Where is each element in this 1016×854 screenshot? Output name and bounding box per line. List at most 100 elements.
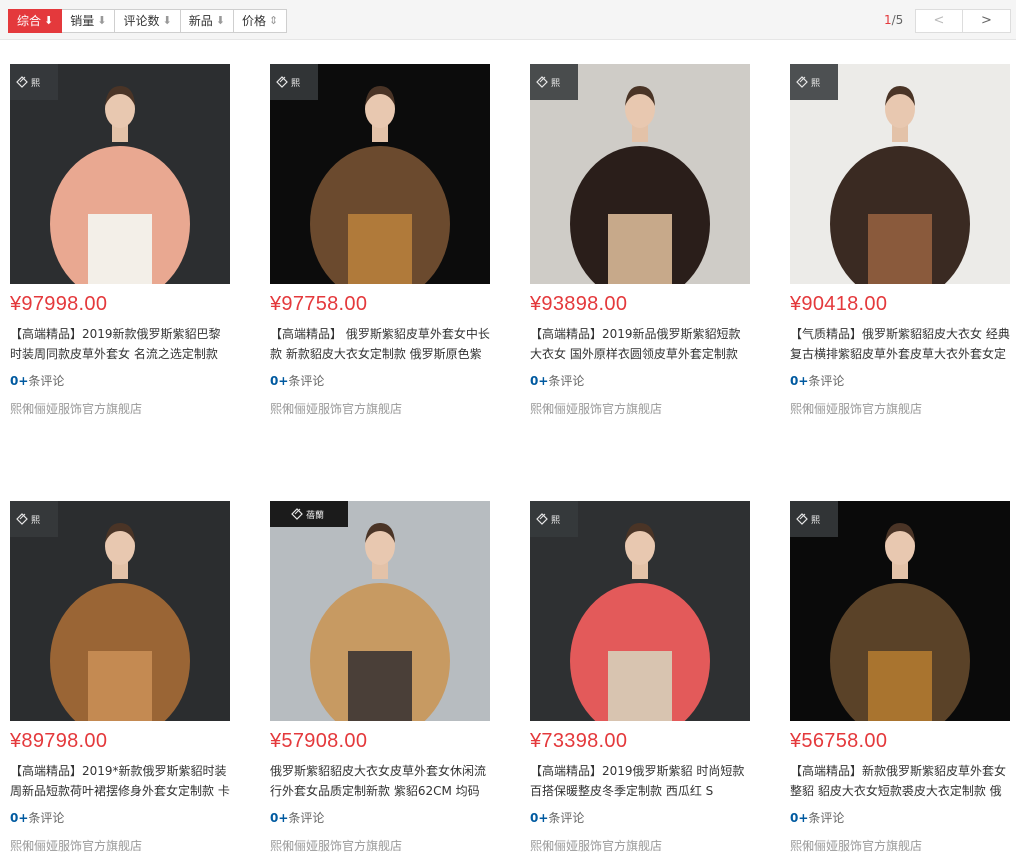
product-title-link[interactable]: 【气质精品】俄罗斯紫貂貂皮大衣女 经典复古横排紫貂皮草外套皮草大衣外套女定 [790, 324, 1012, 364]
sort-group: 综合 ⬇ 销量 ⬇ 评论数 ⬇ 新品 ⬇ 价格 ⇕ [8, 9, 288, 33]
comment-label: 条评论 [808, 811, 845, 825]
sort-price-button[interactable]: 价格 ⇕ [233, 9, 288, 33]
brand-logo-badge: 蓓蘭 [270, 501, 348, 527]
sort-label: 评论数 [123, 14, 160, 28]
product-title-link[interactable]: 【高端精品】2019新品俄罗斯紫貂短款大衣女 国外原样衣圆领皮草外套定制款 深 [530, 324, 752, 364]
filter-bar: 综合 ⬇ 销量 ⬇ 评论数 ⬇ 新品 ⬇ 价格 ⇕ 1/5 < > [0, 0, 1016, 40]
comment-label: 条评论 [548, 811, 585, 825]
arrow-down-icon: ⬇ [162, 14, 172, 27]
brand-logo-icon: 蓓蘭 [291, 508, 324, 521]
product-title-link[interactable]: 【高端精品】2019新款俄罗斯紫貂巴黎时装周同款皮草外套女 名流之选定制款 马卡… [10, 324, 232, 364]
product-title-link[interactable]: 【高端精品】2019*新款俄罗斯紫貂时装周新品短款荷叶裙摆修身外套女定制款 卡 [10, 761, 232, 801]
comment-number: 0+ [530, 811, 549, 825]
pager-buttons: < > [915, 9, 1011, 33]
product-image[interactable]: 熙 [530, 501, 750, 721]
brand-logo-icon: 熙 [796, 76, 820, 89]
comment-label: 条评论 [28, 811, 65, 825]
shop-name-link[interactable]: 熙俰俪娅服饰官方旗舰店 [10, 837, 142, 854]
product-image[interactable]: 熙 [270, 64, 490, 284]
brand-logo-badge: 熙 [790, 64, 838, 100]
total-pages: /5 [891, 13, 904, 27]
product-price: ¥93898.00 [530, 293, 628, 315]
comment-label: 条评论 [808, 374, 845, 388]
comment-count[interactable]: 0+条评论 [10, 372, 64, 389]
chevron-right-icon: > [981, 13, 992, 28]
shop-name-link[interactable]: 熙俰俪娅服饰官方旗舰店 [270, 837, 402, 854]
product-price: ¥97998.00 [10, 293, 108, 315]
svg-text:熙: 熙 [551, 78, 560, 89]
arrow-down-icon: ⬇ [97, 14, 107, 27]
comment-count[interactable]: 0+条评论 [10, 809, 64, 826]
svg-text:熙: 熙 [551, 515, 560, 526]
product-price: ¥73398.00 [530, 730, 628, 752]
chevron-left-icon: < [933, 13, 945, 28]
comment-number: 0+ [270, 374, 289, 388]
sort-label: 销量 [70, 14, 95, 28]
product-title-link[interactable]: 【高端精品】新款俄罗斯紫貂皮草外套女整貂 貂皮大衣女短款裘皮大衣定制款 俄 [790, 761, 1012, 801]
comment-count[interactable]: 0+条评论 [530, 372, 584, 389]
svg-text:熙: 熙 [811, 515, 820, 526]
brand-logo-icon: 熙 [16, 76, 40, 89]
comment-label: 条评论 [288, 811, 325, 825]
page-indicator: 1/5 [884, 13, 903, 27]
comment-count[interactable]: 0+条评论 [530, 809, 584, 826]
comment-count[interactable]: 0+条评论 [790, 809, 844, 826]
svg-text:熙: 熙 [31, 515, 40, 526]
next-page-button[interactable]: > [963, 9, 1011, 33]
brand-logo-icon: 熙 [276, 76, 300, 89]
sort-label: 综合 [17, 14, 42, 28]
comment-number: 0+ [530, 374, 549, 388]
shop-name-link[interactable]: 熙俰俪娅服饰官方旗舰店 [790, 837, 922, 854]
product-photo [270, 501, 490, 721]
shop-name-link[interactable]: 熙俰俪娅服饰官方旗舰店 [530, 400, 662, 417]
product-title-link[interactable]: 【高端精品】 俄罗斯紫貂皮草外套女中长款 新款貂皮大衣女定制款 俄罗斯原色紫 [270, 324, 492, 364]
brand-logo-badge: 熙 [530, 501, 578, 537]
arrow-down-icon: ⬇ [44, 14, 54, 27]
brand-logo-badge: 熙 [790, 501, 838, 537]
comment-count[interactable]: 0+条评论 [270, 809, 324, 826]
product-price: ¥97758.00 [270, 293, 368, 315]
svg-text:熙: 熙 [811, 78, 820, 89]
brand-logo-icon: 熙 [536, 513, 560, 526]
comment-number: 0+ [10, 811, 29, 825]
sort-sales-button[interactable]: 销量 ⬇ [62, 9, 116, 33]
brand-logo-badge: 熙 [270, 64, 318, 100]
shop-name-link[interactable]: 熙俰俪娅服饰官方旗舰店 [530, 837, 662, 854]
comment-number: 0+ [270, 811, 289, 825]
sort-comments-button[interactable]: 评论数 ⬇ [115, 9, 181, 33]
comment-count[interactable]: 0+条评论 [790, 372, 844, 389]
product-price: ¥56758.00 [790, 730, 888, 752]
product-price: ¥90418.00 [790, 293, 888, 315]
comment-number: 0+ [790, 811, 809, 825]
product-image[interactable]: 熙 [790, 64, 1010, 284]
sort-label: 新品 [188, 14, 213, 28]
shop-name-link[interactable]: 熙俰俪娅服饰官方旗舰店 [270, 400, 402, 417]
comment-label: 条评论 [288, 374, 325, 388]
sort-new-button[interactable]: 新品 ⬇ [180, 9, 234, 33]
shop-name-link[interactable]: 熙俰俪娅服饰官方旗舰店 [790, 400, 922, 417]
prev-page-button[interactable]: < [915, 9, 963, 33]
product-price: ¥57908.00 [270, 730, 368, 752]
svg-text:熙: 熙 [31, 78, 40, 89]
comment-count[interactable]: 0+条评论 [270, 372, 324, 389]
product-title-link[interactable]: 俄罗斯紫貂貂皮大衣女皮草外套女休闲流行外套女品质定制新款 紫貂62CM 均码 [270, 761, 492, 801]
product-image[interactable]: 熙 [790, 501, 1010, 721]
brand-logo-icon: 熙 [16, 513, 40, 526]
brand-logo-badge: 熙 [10, 501, 58, 537]
comment-number: 0+ [790, 374, 809, 388]
shop-name-link[interactable]: 熙俰俪娅服饰官方旗舰店 [10, 400, 142, 417]
brand-logo-icon: 熙 [536, 76, 560, 89]
current-page: 1 [884, 13, 892, 27]
product-title-link[interactable]: 【高端精品】2019俄罗斯紫貂 时尚短款百搭保暖整皮冬季定制款 西瓜红 S [530, 761, 752, 801]
product-image[interactable]: 熙 [10, 501, 230, 721]
sort-label: 价格 [241, 14, 266, 28]
svg-text:蓓蘭: 蓓蘭 [306, 509, 324, 521]
sort-updown-icon: ⇕ [268, 14, 279, 27]
comment-label: 条评论 [548, 374, 585, 388]
comment-number: 0+ [10, 374, 29, 388]
product-image[interactable]: 蓓蘭 [270, 501, 490, 721]
product-price: ¥89798.00 [10, 730, 108, 752]
product-image[interactable]: 熙 [530, 64, 750, 284]
sort-composite-button[interactable]: 综合 ⬇ [8, 9, 63, 33]
product-image[interactable]: 熙 [10, 64, 230, 284]
